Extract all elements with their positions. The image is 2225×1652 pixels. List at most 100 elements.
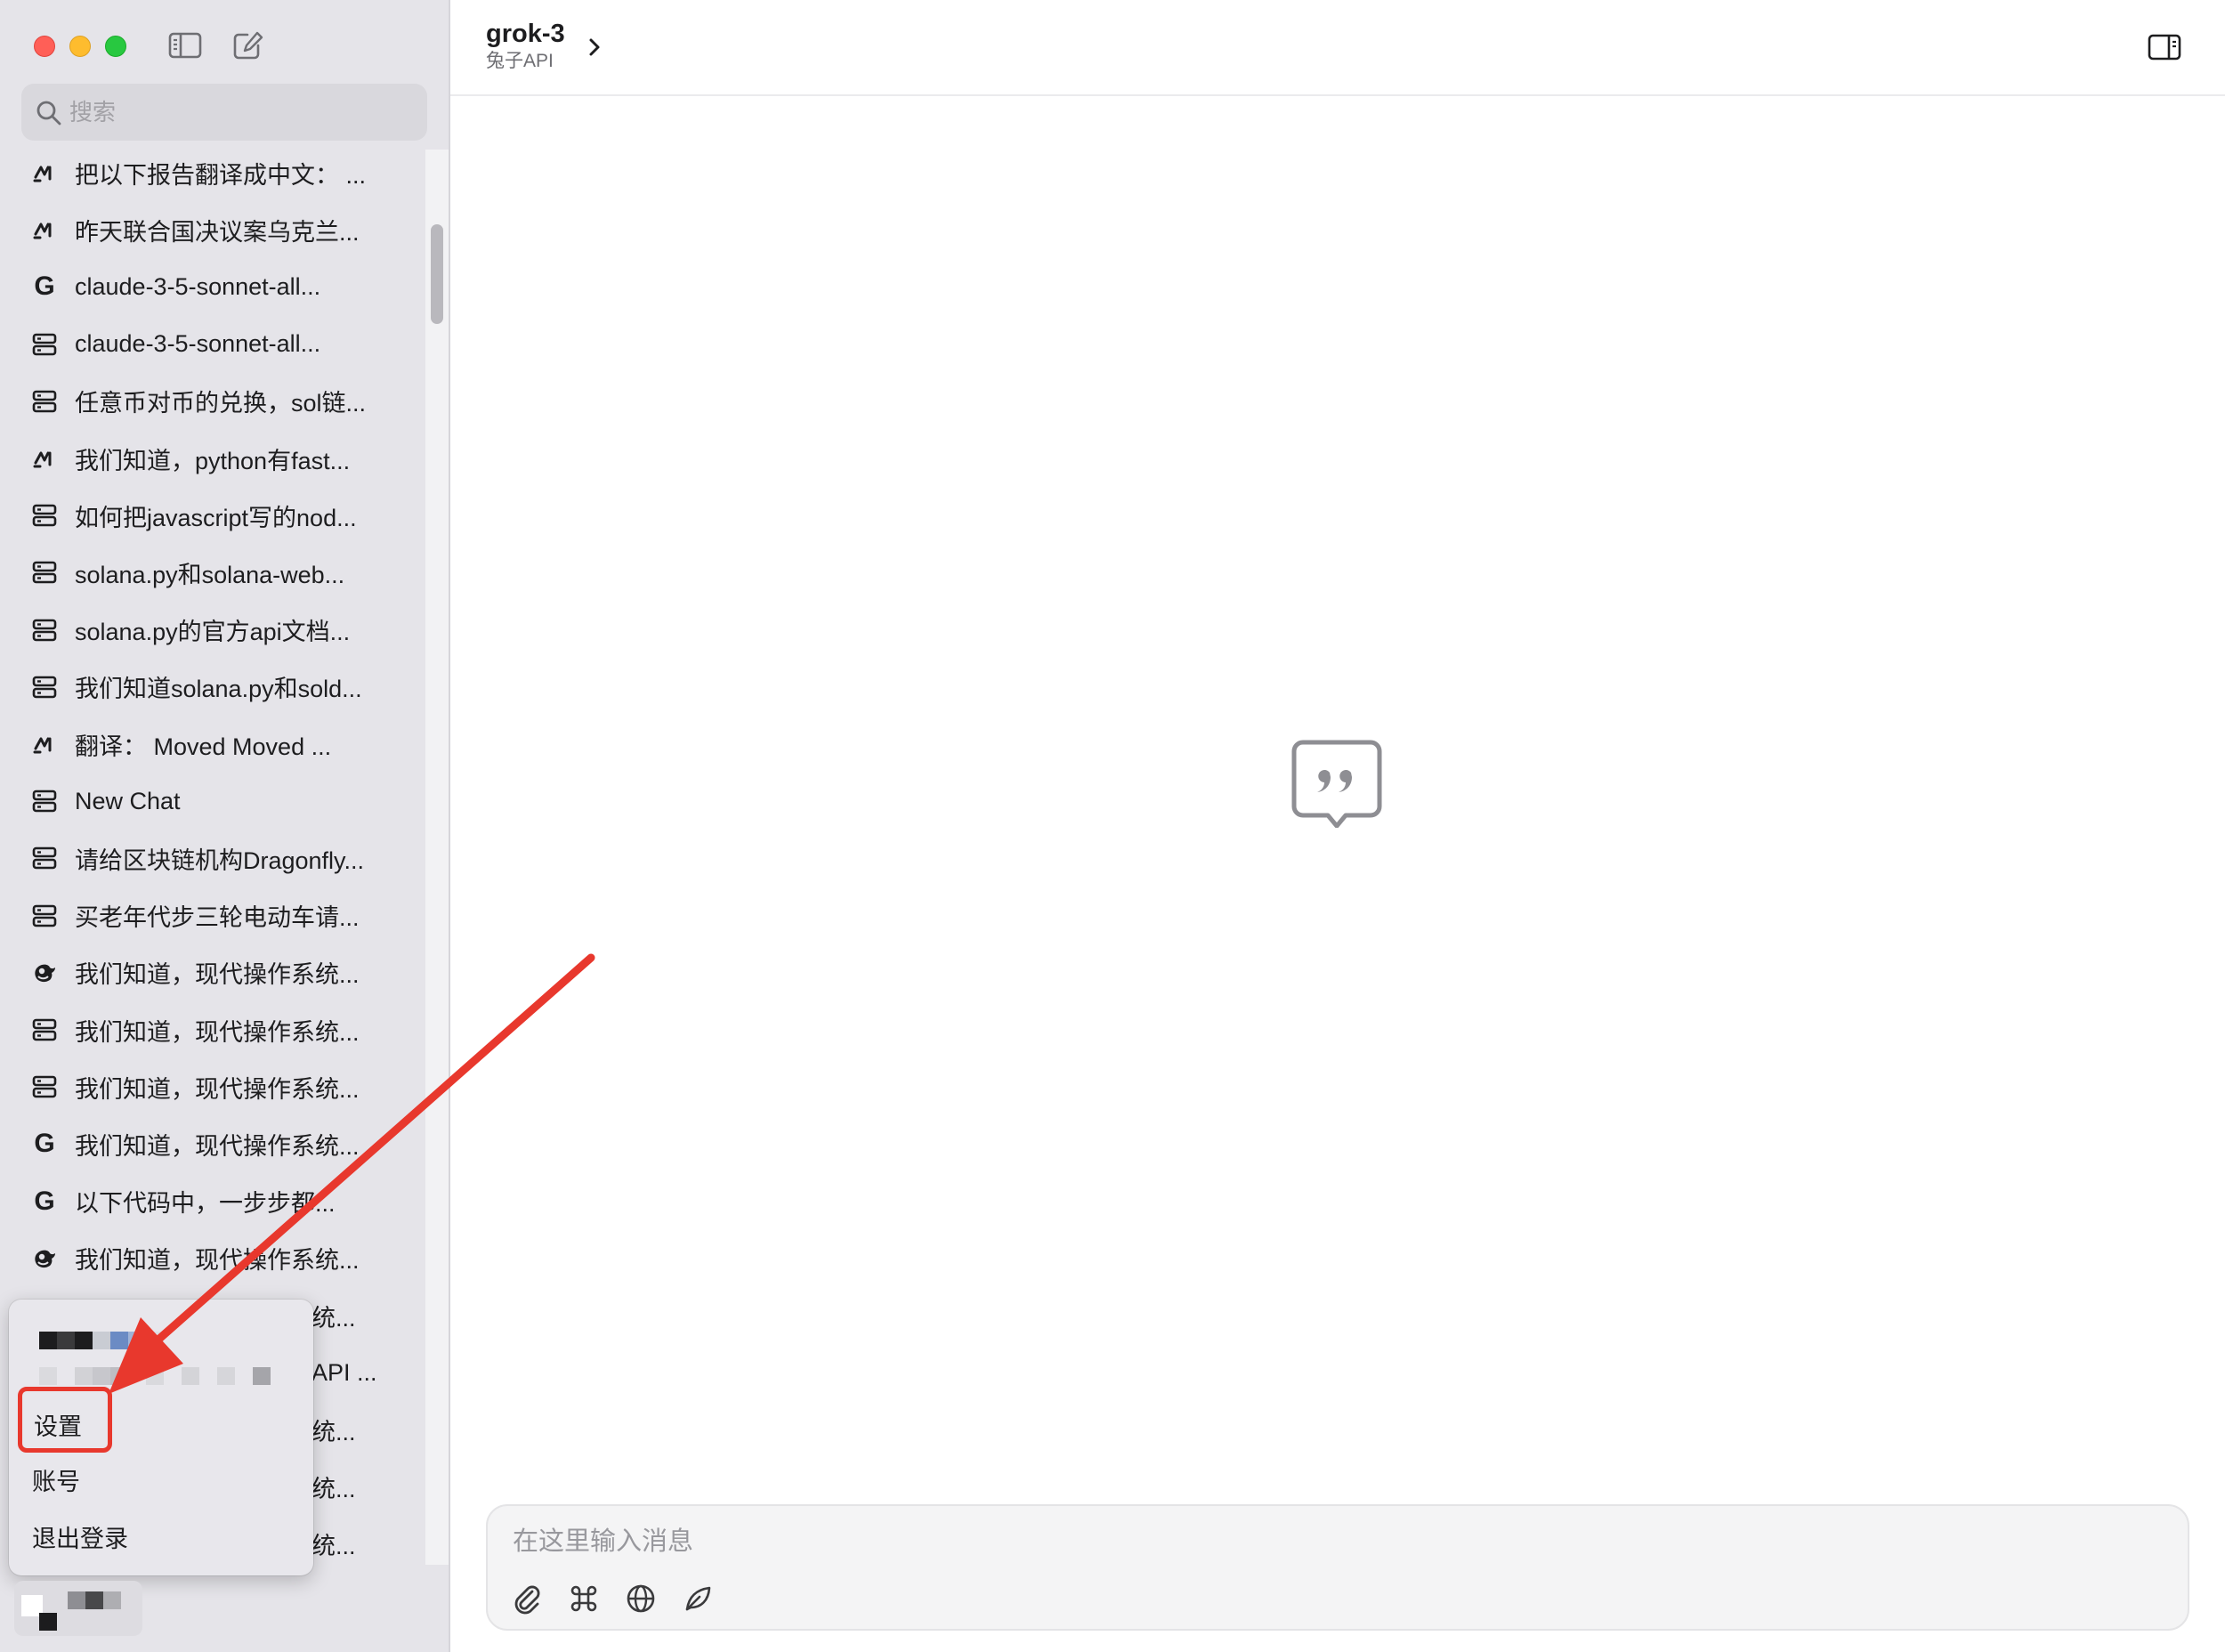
chat-title: 统... bbox=[312, 1418, 356, 1446]
model-name: grok-3 bbox=[486, 20, 565, 48]
message-composer bbox=[486, 1504, 2189, 1631]
menu-item-account[interactable]: 账号 bbox=[32, 1460, 80, 1499]
model-selector-button[interactable]: grok-3 兔子API bbox=[486, 18, 565, 73]
zoom-window-button[interactable] bbox=[105, 36, 126, 57]
menu-item-label: 退出登录 bbox=[32, 1525, 128, 1552]
server-icon bbox=[30, 330, 59, 359]
chat-list-item[interactable]: 我们知道，python有fast... bbox=[30, 432, 404, 485]
chat-list-item[interactable]: solana.py和solana-web... bbox=[30, 546, 404, 599]
sidebar: 把以下报告翻译成中文： ... 昨天联合国决议案乌克兰... Gclaude-3-5… bbox=[0, 0, 450, 1652]
google-icon: G bbox=[34, 1186, 55, 1216]
header: grok-3 兔子API bbox=[450, 0, 2225, 96]
chat-title: 统... bbox=[312, 1476, 356, 1503]
attachment-icon[interactable] bbox=[511, 1583, 543, 1615]
chat-title: 统... bbox=[312, 1533, 356, 1560]
quote-bubble-icon bbox=[1291, 740, 1382, 828]
provider-name: 兔子API bbox=[486, 51, 554, 71]
server-icon bbox=[30, 1073, 59, 1101]
chat-list-item[interactable]: 统... bbox=[312, 1289, 424, 1342]
chat-title: 统... bbox=[312, 1304, 356, 1332]
annotation-highlight-box bbox=[18, 1387, 112, 1453]
close-window-button[interactable] bbox=[34, 36, 55, 57]
right-panel-toggle-icon[interactable] bbox=[2147, 32, 2182, 62]
chat-list-item[interactable]: 统... bbox=[312, 1461, 424, 1514]
chat-list-item[interactable]: 我们知道，现代操作系统... bbox=[30, 1232, 404, 1285]
chat-list-item[interactable]: 翻译： Moved Moved ... bbox=[30, 717, 404, 771]
chat-title: 任意币对币的兑换，sol链... bbox=[75, 390, 367, 417]
google-icon: G bbox=[34, 1129, 55, 1159]
server-icon bbox=[30, 558, 59, 587]
chat-list-item[interactable]: G 我们知道，现代操作系统... bbox=[30, 1117, 404, 1170]
server-icon bbox=[30, 387, 59, 416]
chat-list-item[interactable]: API ... bbox=[312, 1346, 424, 1399]
chat-list-item[interactable]: claude-3-5-sonnet-all... bbox=[30, 318, 404, 371]
chat-list-item[interactable]: 任意币对币的兑换，sol链... bbox=[30, 375, 404, 428]
chat-list-item[interactable]: New Chat bbox=[30, 774, 404, 828]
chevron-right-icon[interactable] bbox=[584, 34, 605, 61]
account-popup-menu: 设置 账号 退出登录 bbox=[9, 1300, 313, 1575]
server-icon bbox=[30, 673, 59, 701]
main-area: grok-3 兔子API bbox=[450, 0, 2225, 1652]
chat-list-item[interactable]: 统... bbox=[312, 1403, 424, 1456]
server-icon bbox=[30, 1016, 59, 1044]
menu-item-label: 账号 bbox=[32, 1468, 80, 1495]
user-avatar-button[interactable] bbox=[14, 1581, 142, 1636]
chat-title: 我们知道，现代操作系统... bbox=[75, 1018, 360, 1046]
leaf-icon[interactable] bbox=[682, 1583, 714, 1615]
chat-list-item[interactable]: solana.py的官方api文档... bbox=[30, 603, 404, 657]
scrollbar-thumb[interactable] bbox=[431, 224, 443, 324]
chat-list-item[interactable]: 如何把javascript写的nod... bbox=[30, 489, 404, 542]
chat-title: claude-3-5-sonnet-all... bbox=[75, 272, 321, 300]
chat-title: 买老年代步三轮电动车请... bbox=[75, 904, 360, 932]
chat-list-item[interactable]: 我们知道，现代操作系统... bbox=[30, 1060, 404, 1113]
chat-title: 把以下报告翻译成中文： ... bbox=[75, 161, 367, 189]
search-icon bbox=[36, 101, 61, 126]
app-window: 把以下报告翻译成中文： ... 昨天联合国决议案乌克兰... Gclaude-3-5… bbox=[0, 0, 2225, 1652]
server-icon bbox=[30, 501, 59, 530]
mistral-icon bbox=[30, 215, 59, 244]
server-icon bbox=[30, 844, 59, 872]
window-controls bbox=[34, 36, 126, 57]
mistral-icon bbox=[30, 444, 59, 473]
chat-list-item[interactable]: 把以下报告翻译成中文： ... bbox=[30, 146, 404, 199]
message-input[interactable] bbox=[513, 1522, 2159, 1561]
command-icon[interactable] bbox=[568, 1583, 600, 1615]
chat-title: API ... bbox=[312, 1358, 377, 1386]
mistral-icon bbox=[30, 730, 59, 758]
chat-title: 我们知道，现代操作系统... bbox=[75, 1247, 360, 1275]
chat-list-item[interactable]: 我们知道solana.py和sold... bbox=[30, 660, 404, 714]
chat-title: 我们知道，python有fast... bbox=[75, 447, 351, 474]
chat-title: 我们知道，现代操作系统... bbox=[75, 1132, 360, 1160]
chat-list-item[interactable]: 我们知道，现代操作系统... bbox=[30, 1003, 404, 1057]
chat-title: 翻译： Moved Moved ... bbox=[75, 733, 332, 760]
server-icon bbox=[30, 787, 59, 815]
search-input[interactable] bbox=[69, 93, 417, 132]
deepseek-icon bbox=[30, 1244, 59, 1273]
chat-list-item[interactable]: 请给区块链机构Dragonfly... bbox=[30, 831, 404, 885]
mistral-icon bbox=[30, 158, 59, 187]
chat-title: solana.py和solana-web... bbox=[75, 561, 345, 588]
chat-list-item[interactable]: 买老年代步三轮电动车请... bbox=[30, 889, 404, 943]
chat-title: solana.py的官方api文档... bbox=[75, 619, 351, 646]
chat-list-item[interactable]: Gclaude-3-5-sonnet-all... bbox=[30, 260, 404, 313]
chat-list-item[interactable]: 统... bbox=[312, 1518, 424, 1570]
chat-title: 以下代码中，一步步都... bbox=[75, 1190, 336, 1218]
scrollbar-track[interactable] bbox=[425, 150, 449, 1565]
deepseek-icon bbox=[30, 959, 59, 987]
server-icon bbox=[30, 616, 59, 644]
chat-title: 我们知道，现代操作系统... bbox=[75, 1075, 360, 1103]
chat-list-item[interactable]: 昨天联合国决议案乌克兰... bbox=[30, 203, 404, 256]
server-icon bbox=[30, 902, 59, 930]
menu-item-logout[interactable]: 退出登录 bbox=[32, 1517, 128, 1556]
minimize-window-button[interactable] bbox=[69, 36, 91, 57]
chat-title: 我们知道solana.py和sold... bbox=[75, 676, 362, 703]
chat-list-item[interactable]: 我们知道，现代操作系统... bbox=[30, 946, 404, 1000]
chat-list-item[interactable]: G 以下代码中，一步步都... bbox=[30, 1175, 404, 1228]
search-bar bbox=[21, 84, 427, 141]
sidebar-toggle-icon[interactable] bbox=[167, 30, 203, 61]
chat-title: New Chat bbox=[75, 787, 181, 814]
chat-title: 昨天联合国决议案乌克兰... bbox=[75, 218, 360, 246]
new-chat-icon[interactable] bbox=[231, 30, 267, 61]
globe-icon[interactable] bbox=[625, 1583, 657, 1615]
google-icon: G bbox=[34, 271, 55, 302]
